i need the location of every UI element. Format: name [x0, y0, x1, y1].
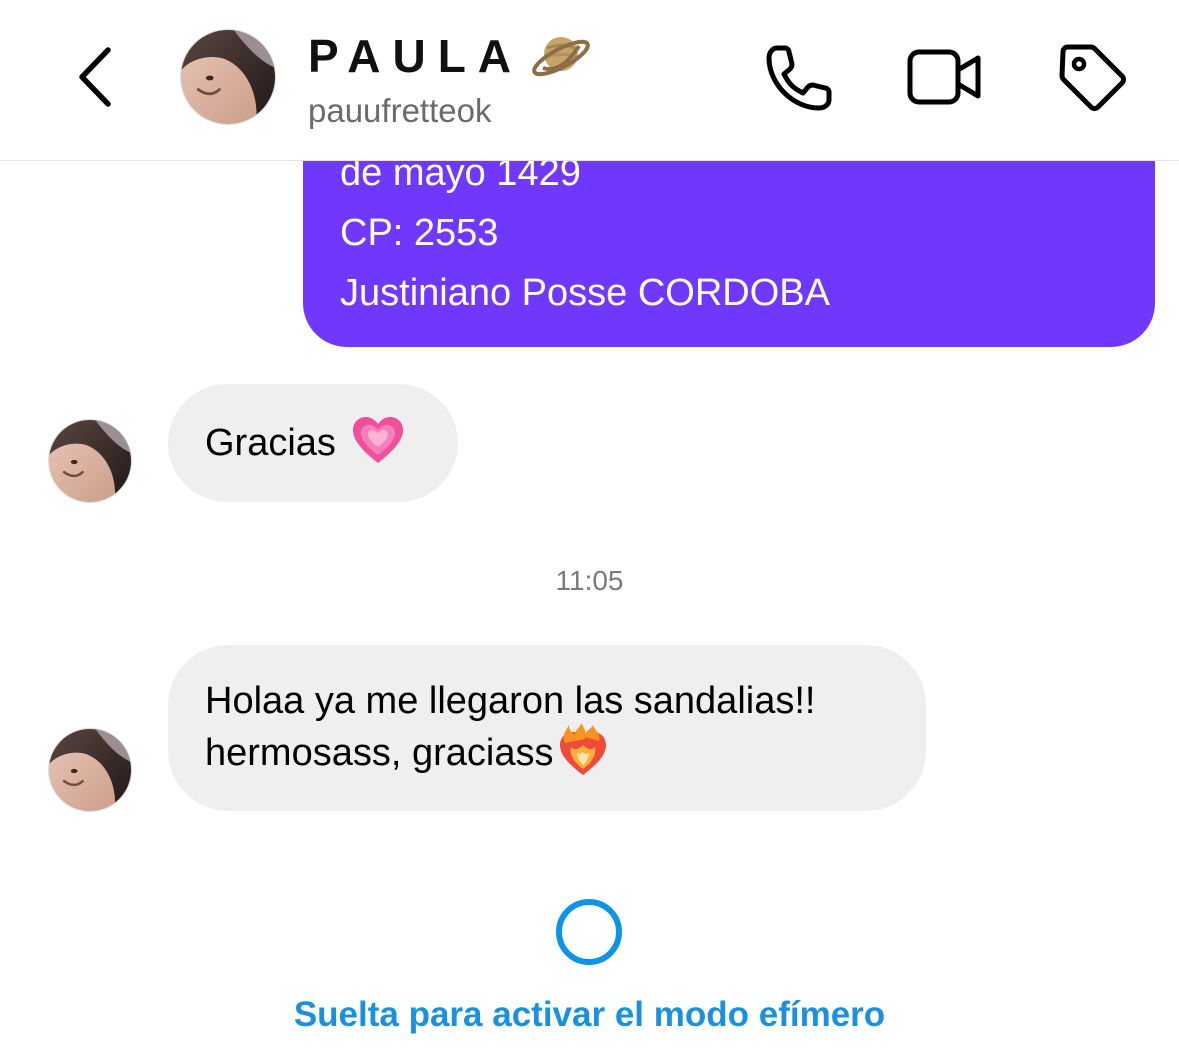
vanish-mode-label: Suelta para activar el modo efímero [293, 995, 886, 1034]
video-camera-icon [907, 49, 981, 105]
received-message-bubble[interactable]: Holaa ya me llegaron las sandalias!! her… [168, 645, 926, 811]
ringed-planet-icon [532, 37, 590, 77]
label-button[interactable] [1055, 40, 1129, 114]
contact-avatar-small[interactable] [48, 728, 132, 812]
vanish-mode-indicator [556, 899, 622, 965]
phone-icon [766, 45, 832, 111]
voice-call-button[interactable] [763, 40, 837, 114]
contact-avatar[interactable] [180, 29, 276, 125]
contact-title-row[interactable]: PAULA [308, 26, 593, 86]
received-message-bubble[interactable]: Gracias [168, 384, 458, 502]
contact-name: PAULA [308, 30, 524, 82]
chevron-left-icon [79, 47, 111, 107]
message-line: hermosass, graciass [205, 732, 554, 774]
contact-avatar-small[interactable] [48, 419, 132, 503]
message-timestamp: 11:05 [555, 565, 624, 596]
growing-heart-icon [352, 417, 403, 463]
heart-on-fire-icon [560, 723, 607, 775]
sent-message-line: CP: 2553 [340, 212, 499, 254]
contact-username: pauufretteok [308, 92, 492, 129]
chat-header: PAULA pauufretteok [0, 0, 1179, 161]
video-call-button[interactable] [907, 40, 981, 114]
message-text: Gracias [205, 422, 336, 464]
message-line-with-emoji: hermosass, graciass [205, 723, 926, 779]
tag-icon [1059, 44, 1126, 111]
sent-message-line: Justiniano Posse CORDOBA [340, 272, 830, 314]
message-line: Holaa ya me llegaron las sandalias!! [205, 680, 816, 722]
back-button[interactable] [70, 42, 126, 112]
